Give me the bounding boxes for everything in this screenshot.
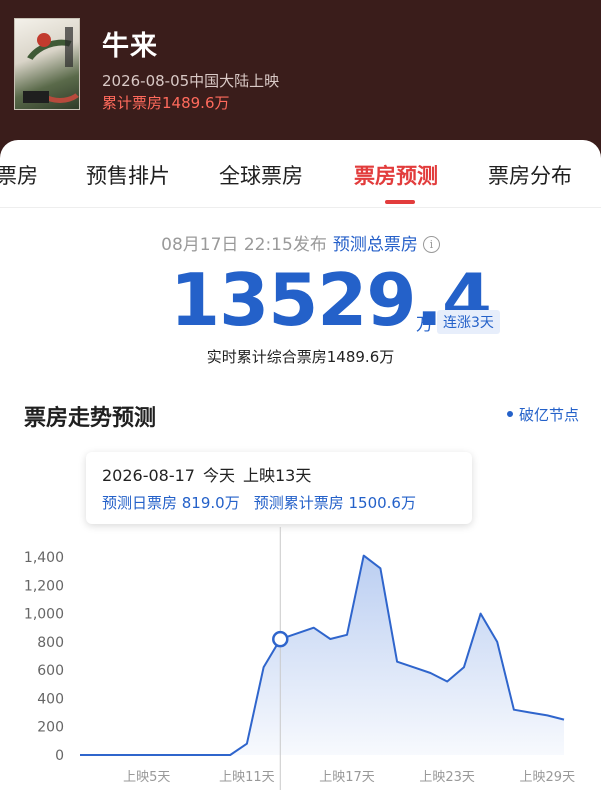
tab-presale[interactable]: 预售排片 bbox=[86, 160, 170, 190]
poster-art-sun bbox=[37, 33, 51, 47]
poster-art-seal bbox=[23, 91, 49, 103]
tab-distribution[interactable]: 票房分布 bbox=[488, 160, 572, 190]
movie-header: 牛来 2026-08-05中国大陆上映 累计票房1489.6万 bbox=[0, 0, 601, 160]
forecast-unit: 万 bbox=[416, 315, 433, 335]
tooltip-date: 2026-08-17 bbox=[102, 466, 195, 485]
tooltip-daily: 预测日票房 819.0万 bbox=[102, 494, 240, 512]
trend-title: 票房走势预测 bbox=[24, 406, 157, 431]
cumulative-box-office: 累计票房1489.6万 bbox=[102, 94, 230, 112]
realtime-box-office: 实时累计综合票房1489.6万 bbox=[206, 348, 395, 366]
movie-title: 牛来 bbox=[102, 31, 158, 62]
movie-poster[interactable] bbox=[14, 18, 80, 110]
forecast-meta: 08月17日 22:15发布 预测总票房 i bbox=[0, 230, 601, 255]
legend-dot-icon bbox=[506, 411, 513, 417]
divider bbox=[0, 207, 601, 208]
legend[interactable]: 破亿节点 bbox=[506, 404, 579, 425]
tab-box-office[interactable]: 票房 bbox=[0, 160, 38, 190]
poster-art-calligraphy bbox=[65, 27, 73, 67]
trend-badge: 连涨3天 bbox=[437, 310, 500, 334]
chart-tooltip: 2026-08-17 今天 上映13天 预测日票房 819.0万 预测累计票房 150… bbox=[86, 452, 472, 524]
info-icon[interactable]: i bbox=[422, 236, 440, 253]
tab-global[interactable]: 全球票房 bbox=[219, 160, 303, 190]
tooltip-today: 今天 bbox=[202, 466, 235, 485]
publish-time: 08月17日 22:15发布 bbox=[161, 235, 327, 255]
tab-forecast[interactable]: 票房预测 bbox=[354, 160, 438, 190]
active-tab-indicator bbox=[385, 200, 415, 204]
content-panel: 票房 预售排片 全球票房 票房预测 票房分布 08月17日 22:15发布 预测总… bbox=[0, 140, 601, 800]
legend-label: 破亿节点 bbox=[518, 406, 579, 424]
tab-bar: 票房 预售排片 全球票房 票房预测 票房分布 bbox=[0, 140, 601, 206]
release-info: 2026-08-05中国大陆上映 bbox=[102, 72, 280, 90]
forecast-label: 预测总票房 bbox=[332, 235, 418, 255]
tooltip-cumulative: 预测累计票房 1500.6万 bbox=[253, 494, 416, 512]
tooltip-header: 2026-08-17 今天 上映13天 bbox=[102, 462, 319, 486]
tooltip-day: 上映13天 bbox=[243, 466, 312, 485]
tooltip-values: 预测日票房 819.0万 预测累计票房 1500.6万 bbox=[102, 492, 430, 513]
